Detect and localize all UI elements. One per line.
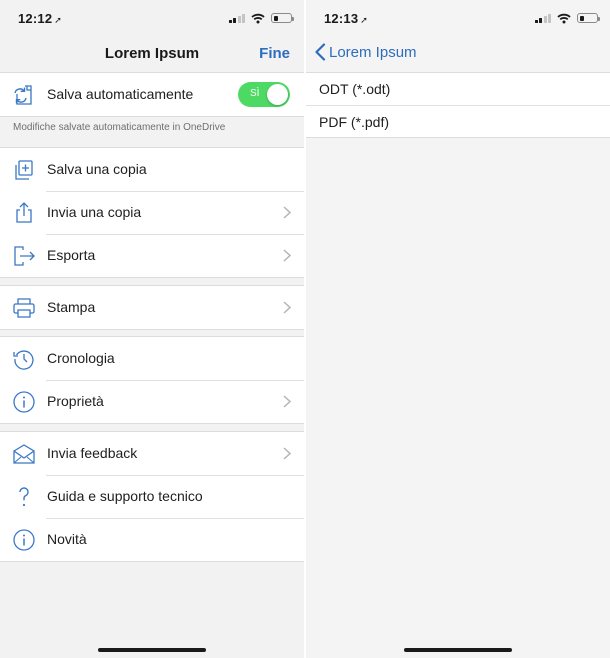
format-list: ODT (*.odt) PDF (*.pdf) — [306, 72, 610, 138]
menu-item-label: Stampa — [47, 299, 96, 315]
menu-item-print[interactable]: Stampa — [0, 286, 304, 329]
menu-item-history[interactable]: Cronologia — [0, 337, 304, 380]
status-time: 12:12 ➚ — [18, 11, 62, 26]
done-button[interactable]: Fine — [259, 45, 290, 62]
chevron-left-icon — [315, 43, 326, 61]
cellular-signal-icon — [228, 13, 245, 23]
wifi-icon — [557, 13, 571, 23]
navigation-bar: Lorem Ipsum — [306, 34, 610, 72]
format-option-label: ODT (*.odt) — [319, 81, 391, 97]
wifi-icon — [251, 13, 265, 23]
menu-item-label: Proprietà — [47, 393, 104, 409]
status-bar: 12:12 ➚ — [0, 0, 304, 34]
share-icon — [16, 202, 32, 223]
format-option-label: PDF (*.pdf) — [319, 114, 390, 130]
format-option-odt[interactable]: ODT (*.odt) — [306, 73, 610, 105]
menu-item-feedback[interactable]: Invia feedback — [0, 432, 304, 475]
menu-item-label: Invia una copia — [47, 204, 142, 220]
battery-icon — [271, 13, 294, 23]
battery-icon — [577, 13, 600, 23]
toggle-knob — [267, 84, 288, 105]
menu-item-label: Guida e supporto tecnico — [47, 488, 203, 504]
autosave-row: Salva automaticamente SÌ — [0, 73, 304, 116]
menu-item-label: Cronologia — [47, 350, 115, 366]
autosave-section: Salva automaticamente SÌ — [0, 72, 304, 117]
menu-item-label: Salva una copia — [47, 161, 147, 177]
history-icon — [13, 350, 34, 370]
clock-text: 12:12 — [18, 11, 53, 26]
info-icon — [13, 391, 35, 413]
print-section: Stampa — [0, 285, 304, 330]
help-section: Invia feedback Guida e supporto tecnico … — [0, 431, 304, 562]
menu-item-label: Novità — [47, 531, 87, 547]
status-time: 12:13 ➚ — [324, 11, 368, 26]
format-option-pdf[interactable]: PDF (*.pdf) — [306, 105, 610, 137]
question-icon — [19, 487, 29, 507]
location-arrow-icon: ➚ — [360, 15, 368, 25]
autosave-footnote: Modifiche salvate automaticamente in One… — [13, 122, 226, 133]
autosave-label: Salva automaticamente — [47, 86, 194, 102]
menu-item-label: Esporta — [47, 247, 96, 263]
autosave-toggle[interactable]: SÌ — [238, 82, 290, 107]
menu-item-label: Invia feedback — [47, 445, 138, 461]
back-button[interactable]: Lorem Ipsum — [314, 43, 417, 61]
chevron-right-icon — [283, 301, 291, 314]
copy-export-section: Salva una copia Invia una copia Esporta — [0, 147, 304, 278]
history-properties-section: Cronologia Proprietà — [0, 336, 304, 424]
chevron-right-icon — [283, 249, 291, 262]
settings-screen: 12:12 ➚ Lorem Ipsum Fine Salva automatic… — [0, 0, 304, 658]
printer-icon — [13, 298, 35, 318]
chevron-right-icon — [283, 447, 291, 460]
chevron-right-icon — [283, 206, 291, 219]
navigation-bar: Lorem Ipsum Fine — [0, 34, 304, 72]
info-icon — [13, 529, 35, 551]
back-button-label: Lorem Ipsum — [329, 43, 417, 61]
clock-text: 12:13 — [324, 11, 359, 26]
toggle-state-label: SÌ — [250, 88, 260, 99]
menu-item-export[interactable]: Esporta — [0, 234, 304, 277]
home-indicator — [98, 648, 206, 652]
cellular-signal-icon — [534, 13, 551, 23]
export-format-screen: 12:13 ➚ Lorem Ipsum ODT (*.odt) PDF (*.pd… — [306, 0, 610, 658]
menu-item-send-copy[interactable]: Invia una copia — [0, 191, 304, 234]
menu-item-whats-new[interactable]: Novità — [0, 518, 304, 561]
menu-item-help[interactable]: Guida e supporto tecnico — [0, 475, 304, 518]
menu-item-properties[interactable]: Proprietà — [0, 380, 304, 423]
feedback-mail-icon — [13, 444, 35, 464]
add-copy-icon — [15, 160, 33, 180]
location-arrow-icon: ➚ — [54, 15, 62, 25]
chevron-right-icon — [283, 395, 291, 408]
status-bar: 12:13 ➚ — [306, 0, 610, 34]
export-icon — [14, 246, 35, 266]
autosave-sync-icon — [14, 85, 32, 105]
home-indicator — [404, 648, 512, 652]
menu-item-save-copy[interactable]: Salva una copia — [0, 148, 304, 191]
